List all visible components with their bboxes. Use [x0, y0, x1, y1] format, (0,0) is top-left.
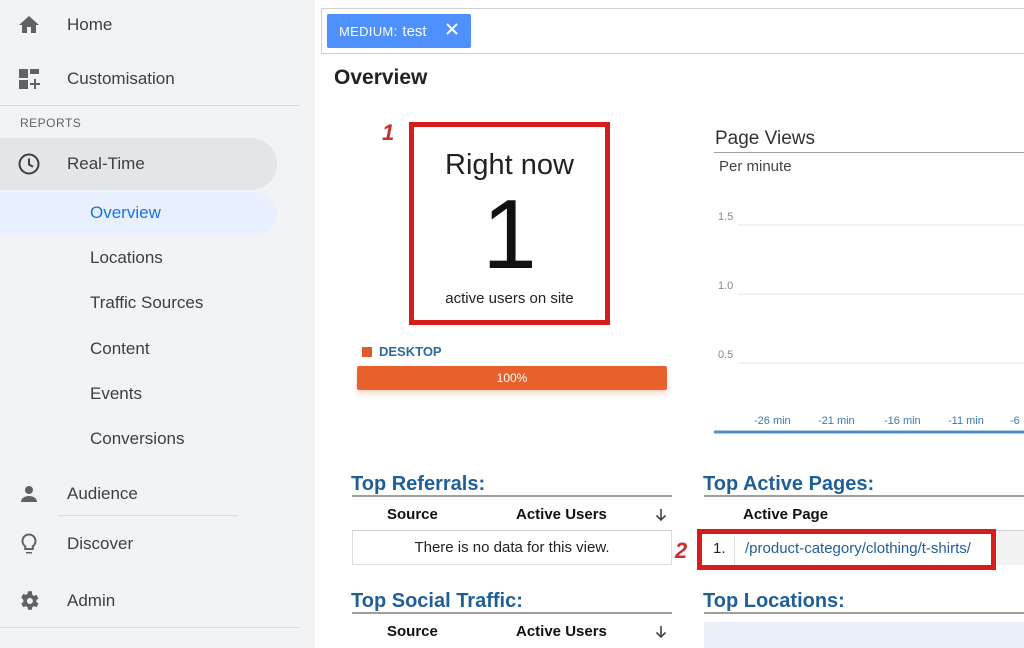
page-title: Overview: [334, 66, 428, 89]
x-tick-label: -16 min: [884, 415, 921, 427]
filter-chip-sep: :: [393, 23, 398, 39]
y-tick-label: 0.5: [718, 349, 733, 361]
divider: [714, 152, 1024, 153]
close-icon[interactable]: [445, 22, 459, 36]
filter-chip[interactable]: MEDIUM: test: [327, 14, 471, 48]
nav-home[interactable]: Home: [0, 0, 300, 50]
col-header-active-page[interactable]: Active Page: [743, 506, 828, 523]
locations-map: [704, 622, 1024, 648]
nav-content[interactable]: Content: [90, 339, 150, 359]
x-tick-label: -11 min: [948, 415, 984, 427]
device-legend: DESKTOP: [362, 344, 442, 359]
divider: [352, 495, 672, 497]
filter-chip-key: MEDIUM: [339, 23, 394, 39]
top-locations-title: Top Locations:: [703, 590, 845, 612]
active-users-label: active users on site: [445, 290, 574, 307]
legend-swatch: [362, 346, 372, 357]
table-row-bg: [997, 531, 1024, 565]
divider: [58, 515, 238, 516]
y-tick-label: 1.0: [718, 280, 733, 292]
nav-customisation-label: Customisation: [67, 69, 175, 88]
nav-events[interactable]: Events: [90, 384, 142, 404]
segment-filter-bar: MEDIUM: test: [321, 8, 1024, 54]
divider: [352, 612, 672, 614]
nav-locations[interactable]: Locations: [90, 248, 163, 268]
col-header-active-users[interactable]: Active Users: [516, 506, 607, 523]
x-tick-label: -26 min: [754, 415, 791, 427]
x-tick-label: -21 min: [818, 415, 855, 427]
nav-conversions[interactable]: Conversions: [90, 429, 185, 449]
reports-section-label: REPORTS: [20, 116, 82, 130]
divider: [0, 105, 300, 106]
nav-overview[interactable]: Overview: [90, 203, 161, 223]
active-page-link[interactable]: /product-category/clothing/t-shirts/: [745, 540, 971, 557]
divider: [734, 536, 735, 565]
callout-number: 1: [382, 120, 395, 145]
nav-audience[interactable]: Audience: [0, 469, 300, 519]
top-active-pages-title: Top Active Pages:: [703, 473, 875, 495]
col-header-source[interactable]: Source: [387, 623, 438, 640]
clock-icon: [18, 153, 40, 175]
desktop-share-bar: 100%: [357, 366, 667, 390]
nav-home-label: Home: [67, 15, 113, 34]
customisation-icon: [19, 69, 40, 89]
y-tick-label: 1.5: [718, 211, 733, 223]
x-tick-label: -6: [1010, 415, 1020, 427]
nav-audience-label: Audience: [67, 484, 138, 503]
lightbulb-icon: [21, 533, 37, 554]
right-now-panel: Right now 1 active users on site: [409, 122, 610, 325]
filter-chip-value: test: [402, 22, 427, 40]
col-header-active-users[interactable]: Active Users: [516, 623, 607, 640]
divider: [704, 612, 1024, 614]
sort-down-icon[interactable]: [655, 625, 667, 639]
right-now-title: Right now: [445, 149, 574, 181]
nav-admin[interactable]: Admin: [0, 576, 300, 626]
legend-desktop-label: DESKTOP: [379, 344, 442, 359]
empty-state-message: There is no data for this view.: [352, 531, 672, 565]
page-views-subtitle: Per minute: [719, 158, 792, 175]
page-views-title: Page Views: [715, 128, 815, 149]
home-icon: [19, 16, 39, 33]
nav-discover[interactable]: Discover: [0, 519, 300, 569]
row-rank: 1.: [713, 540, 726, 557]
nav-customisation[interactable]: Customisation: [0, 54, 300, 104]
sort-down-icon[interactable]: [655, 508, 667, 522]
sidebar: Home Customisation REPORTS Real-Time Ove…: [0, 0, 315, 648]
gear-icon: [21, 591, 39, 610]
page-views-chart: 1.5 1.0 0.5 -26 min -21 min -16 min -11 min -6: [714, 211, 1024, 434]
top-referrals-title: Top Referrals:: [351, 473, 486, 495]
nav-realtime-label: Real-Time: [67, 154, 145, 173]
divider: [704, 495, 1024, 497]
top-social-traffic-title: Top Social Traffic:: [351, 590, 523, 612]
active-users-count: 1: [482, 179, 537, 289]
nav-admin-label: Admin: [67, 591, 116, 610]
nav-discover-label: Discover: [67, 534, 134, 553]
col-header-source[interactable]: Source: [387, 506, 438, 523]
person-icon: [21, 486, 37, 502]
divider: [0, 627, 300, 628]
callout-number: 2: [675, 538, 688, 563]
nav-traffic-sources[interactable]: Traffic Sources: [90, 293, 203, 313]
